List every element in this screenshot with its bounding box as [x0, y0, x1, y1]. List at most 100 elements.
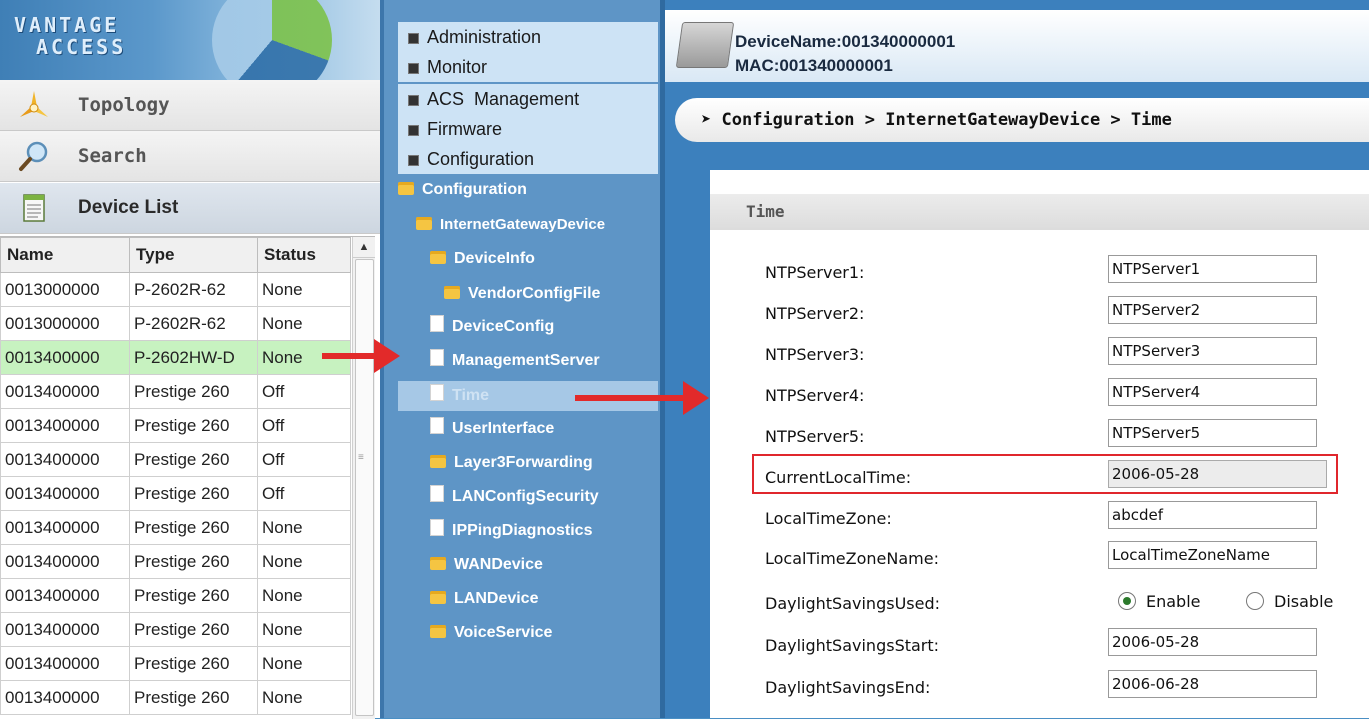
tree-node-configuration[interactable]: Configuration: [398, 175, 527, 205]
page-icon: [430, 349, 444, 366]
tree-label: WANDevice: [454, 556, 543, 573]
field-row-ntpserver1: NTPServer1:: [710, 252, 1369, 292]
table-row[interactable]: 0013400000 Prestige 260 Off: [0, 442, 351, 477]
table-row[interactable]: 0013400000 Prestige 260 None: [0, 578, 351, 613]
daylightsavingsstart-label: DaylightSavingsStart:: [765, 636, 940, 655]
cell-name: 0013400000: [0, 646, 130, 681]
ntpserver3-input[interactable]: [1108, 337, 1317, 365]
tree-node-lanconfigsecurity[interactable]: LANConfigSecurity: [430, 482, 599, 512]
column-header-type[interactable]: Type: [129, 237, 258, 273]
cell-status: None: [257, 544, 351, 579]
table-row[interactable]: 0013000000 P-2602R-62 None: [0, 306, 351, 341]
cell-name: 0013400000: [0, 510, 130, 545]
field-row-ntpserver2: NTPServer2:: [710, 293, 1369, 333]
breadcrumb-path: Configuration > InternetGatewayDevice > …: [721, 110, 1172, 130]
localtimezone-input[interactable]: [1108, 501, 1317, 529]
ntpserver5-input[interactable]: [1108, 419, 1317, 447]
table-row[interactable]: 0013400000 Prestige 260 None: [0, 680, 351, 715]
device-header: DeviceName:001340000001 MAC:001340000001: [665, 10, 1369, 82]
tree-node-ippingdiagnostics[interactable]: IPPingDiagnostics: [430, 516, 592, 546]
menu-configuration-label: Configuration: [427, 149, 535, 169]
nav-search-label: Search: [78, 145, 147, 167]
breadcrumb-text: ➤ Configuration > InternetGatewayDevice …: [701, 110, 1172, 130]
table-row[interactable]: 0013400000 Prestige 260 None: [0, 612, 351, 647]
cell-name: 0013400000: [0, 476, 130, 511]
localtimezonename-input[interactable]: [1108, 541, 1317, 569]
menu-firmware[interactable]: Firmware: [398, 114, 658, 144]
scrollbar-grip-icon: ≡: [358, 452, 364, 463]
table-row[interactable]: 0013400000 P-2602HW-D None: [0, 340, 351, 375]
menu-firmware-label: Firmware: [427, 119, 502, 139]
table-row[interactable]: 0013400000 Prestige 260 Off: [0, 374, 351, 409]
cell-type: P-2602R-62: [129, 272, 258, 307]
cell-name: 0013400000: [0, 442, 130, 477]
tree-node-deviceinfo[interactable]: DeviceInfo: [430, 244, 535, 274]
logo-line-2: ACCESS: [36, 35, 127, 59]
breadcrumb-arrow-icon: ➤: [701, 110, 722, 130]
field-row-ntpserver4: NTPServer4:: [710, 375, 1369, 415]
tree-label: DeviceInfo: [454, 250, 535, 267]
page-icon: [430, 485, 444, 502]
device-mac: MAC:001340000001: [735, 56, 893, 75]
cell-status: None: [257, 680, 351, 715]
menu-administration[interactable]: Administration: [398, 22, 658, 52]
menu-monitor[interactable]: Monitor: [398, 52, 658, 82]
scroll-up-icon[interactable]: ▲: [353, 237, 375, 258]
cell-name: 0013400000: [0, 374, 130, 409]
radio-disable[interactable]: Disable: [1246, 592, 1333, 611]
device-name: DeviceName:001340000001: [735, 32, 956, 51]
cell-status: None: [257, 578, 351, 613]
ntpserver1-input[interactable]: [1108, 255, 1317, 283]
table-row[interactable]: 0013400000 Prestige 260 Off: [0, 408, 351, 443]
nav-topology[interactable]: Topology: [0, 80, 380, 131]
daylightsavingsend-input[interactable]: [1108, 670, 1317, 698]
nav-search[interactable]: Search: [0, 131, 380, 182]
scrollbar-thumb[interactable]: [355, 259, 374, 716]
tree-node-vendorconfigfile[interactable]: VendorConfigFile: [444, 279, 600, 309]
field-row-ntpserver3: NTPServer3:: [710, 334, 1369, 374]
table-row[interactable]: 0013000000 P-2602R-62 None: [0, 272, 351, 307]
menu-configuration[interactable]: Configuration: [398, 144, 658, 174]
field-row-daylightsavingsstart: DaylightSavingsStart:: [710, 625, 1369, 665]
cell-status: None: [257, 612, 351, 647]
tree-label: Layer3Forwarding: [454, 454, 593, 471]
column-header-name[interactable]: Name: [0, 237, 130, 273]
menu-administration-label: Administration: [427, 27, 542, 47]
menu-acs-management[interactable]: ACS Management: [398, 84, 658, 114]
radio-enable[interactable]: Enable: [1118, 592, 1201, 611]
column-header-status[interactable]: Status: [257, 237, 351, 273]
tree-label: IPPingDiagnostics: [452, 522, 593, 539]
table-row[interactable]: 0013400000 Prestige 260 Off: [0, 476, 351, 511]
ntpserver3-label: NTPServer3:: [765, 345, 865, 364]
tree-label: ManagementServer: [452, 352, 600, 369]
table-row[interactable]: 0013400000 Prestige 260 None: [0, 646, 351, 681]
daylightsavingsstart-input[interactable]: [1108, 628, 1317, 656]
radio-checked-icon: [1118, 592, 1136, 610]
tree-label: LANDevice: [454, 590, 539, 607]
table-row[interactable]: 0013400000 Prestige 260 None: [0, 510, 351, 545]
tree-node-managementserver[interactable]: ManagementServer: [430, 346, 600, 376]
cell-type: Prestige 260: [129, 408, 258, 443]
cell-status: None: [257, 510, 351, 545]
device-folder-icon: [675, 22, 735, 68]
tree-node-voiceservice[interactable]: VoiceService: [430, 618, 552, 648]
ntpserver2-input[interactable]: [1108, 296, 1317, 324]
tree-label: Configuration: [422, 181, 527, 198]
page-icon: [430, 417, 444, 434]
table-header-row: Name Type Status: [0, 237, 351, 273]
tree-node-userinterface[interactable]: UserInterface: [430, 414, 554, 444]
tree-label: VoiceService: [454, 624, 553, 641]
tree-node-landevice[interactable]: LANDevice: [430, 584, 538, 614]
tree-node-wandevice[interactable]: WANDevice: [430, 550, 543, 580]
tree-node-internetgatewaydevice[interactable]: InternetGatewayDevice: [416, 210, 605, 240]
page-icon: [430, 315, 444, 332]
cell-status: None: [257, 646, 351, 681]
form-title: Time: [746, 202, 785, 221]
tree-node-layer3forwarding[interactable]: Layer3Forwarding: [430, 448, 593, 478]
nav-device-list[interactable]: Device List: [0, 183, 380, 234]
ntpserver4-input[interactable]: [1108, 378, 1317, 406]
device-table-scrollbar[interactable]: ▲ ≡: [352, 237, 375, 719]
tree-node-deviceconfig[interactable]: DeviceConfig: [430, 312, 554, 342]
bullet-icon: [408, 124, 419, 136]
table-row[interactable]: 0013400000 Prestige 260 None: [0, 544, 351, 579]
